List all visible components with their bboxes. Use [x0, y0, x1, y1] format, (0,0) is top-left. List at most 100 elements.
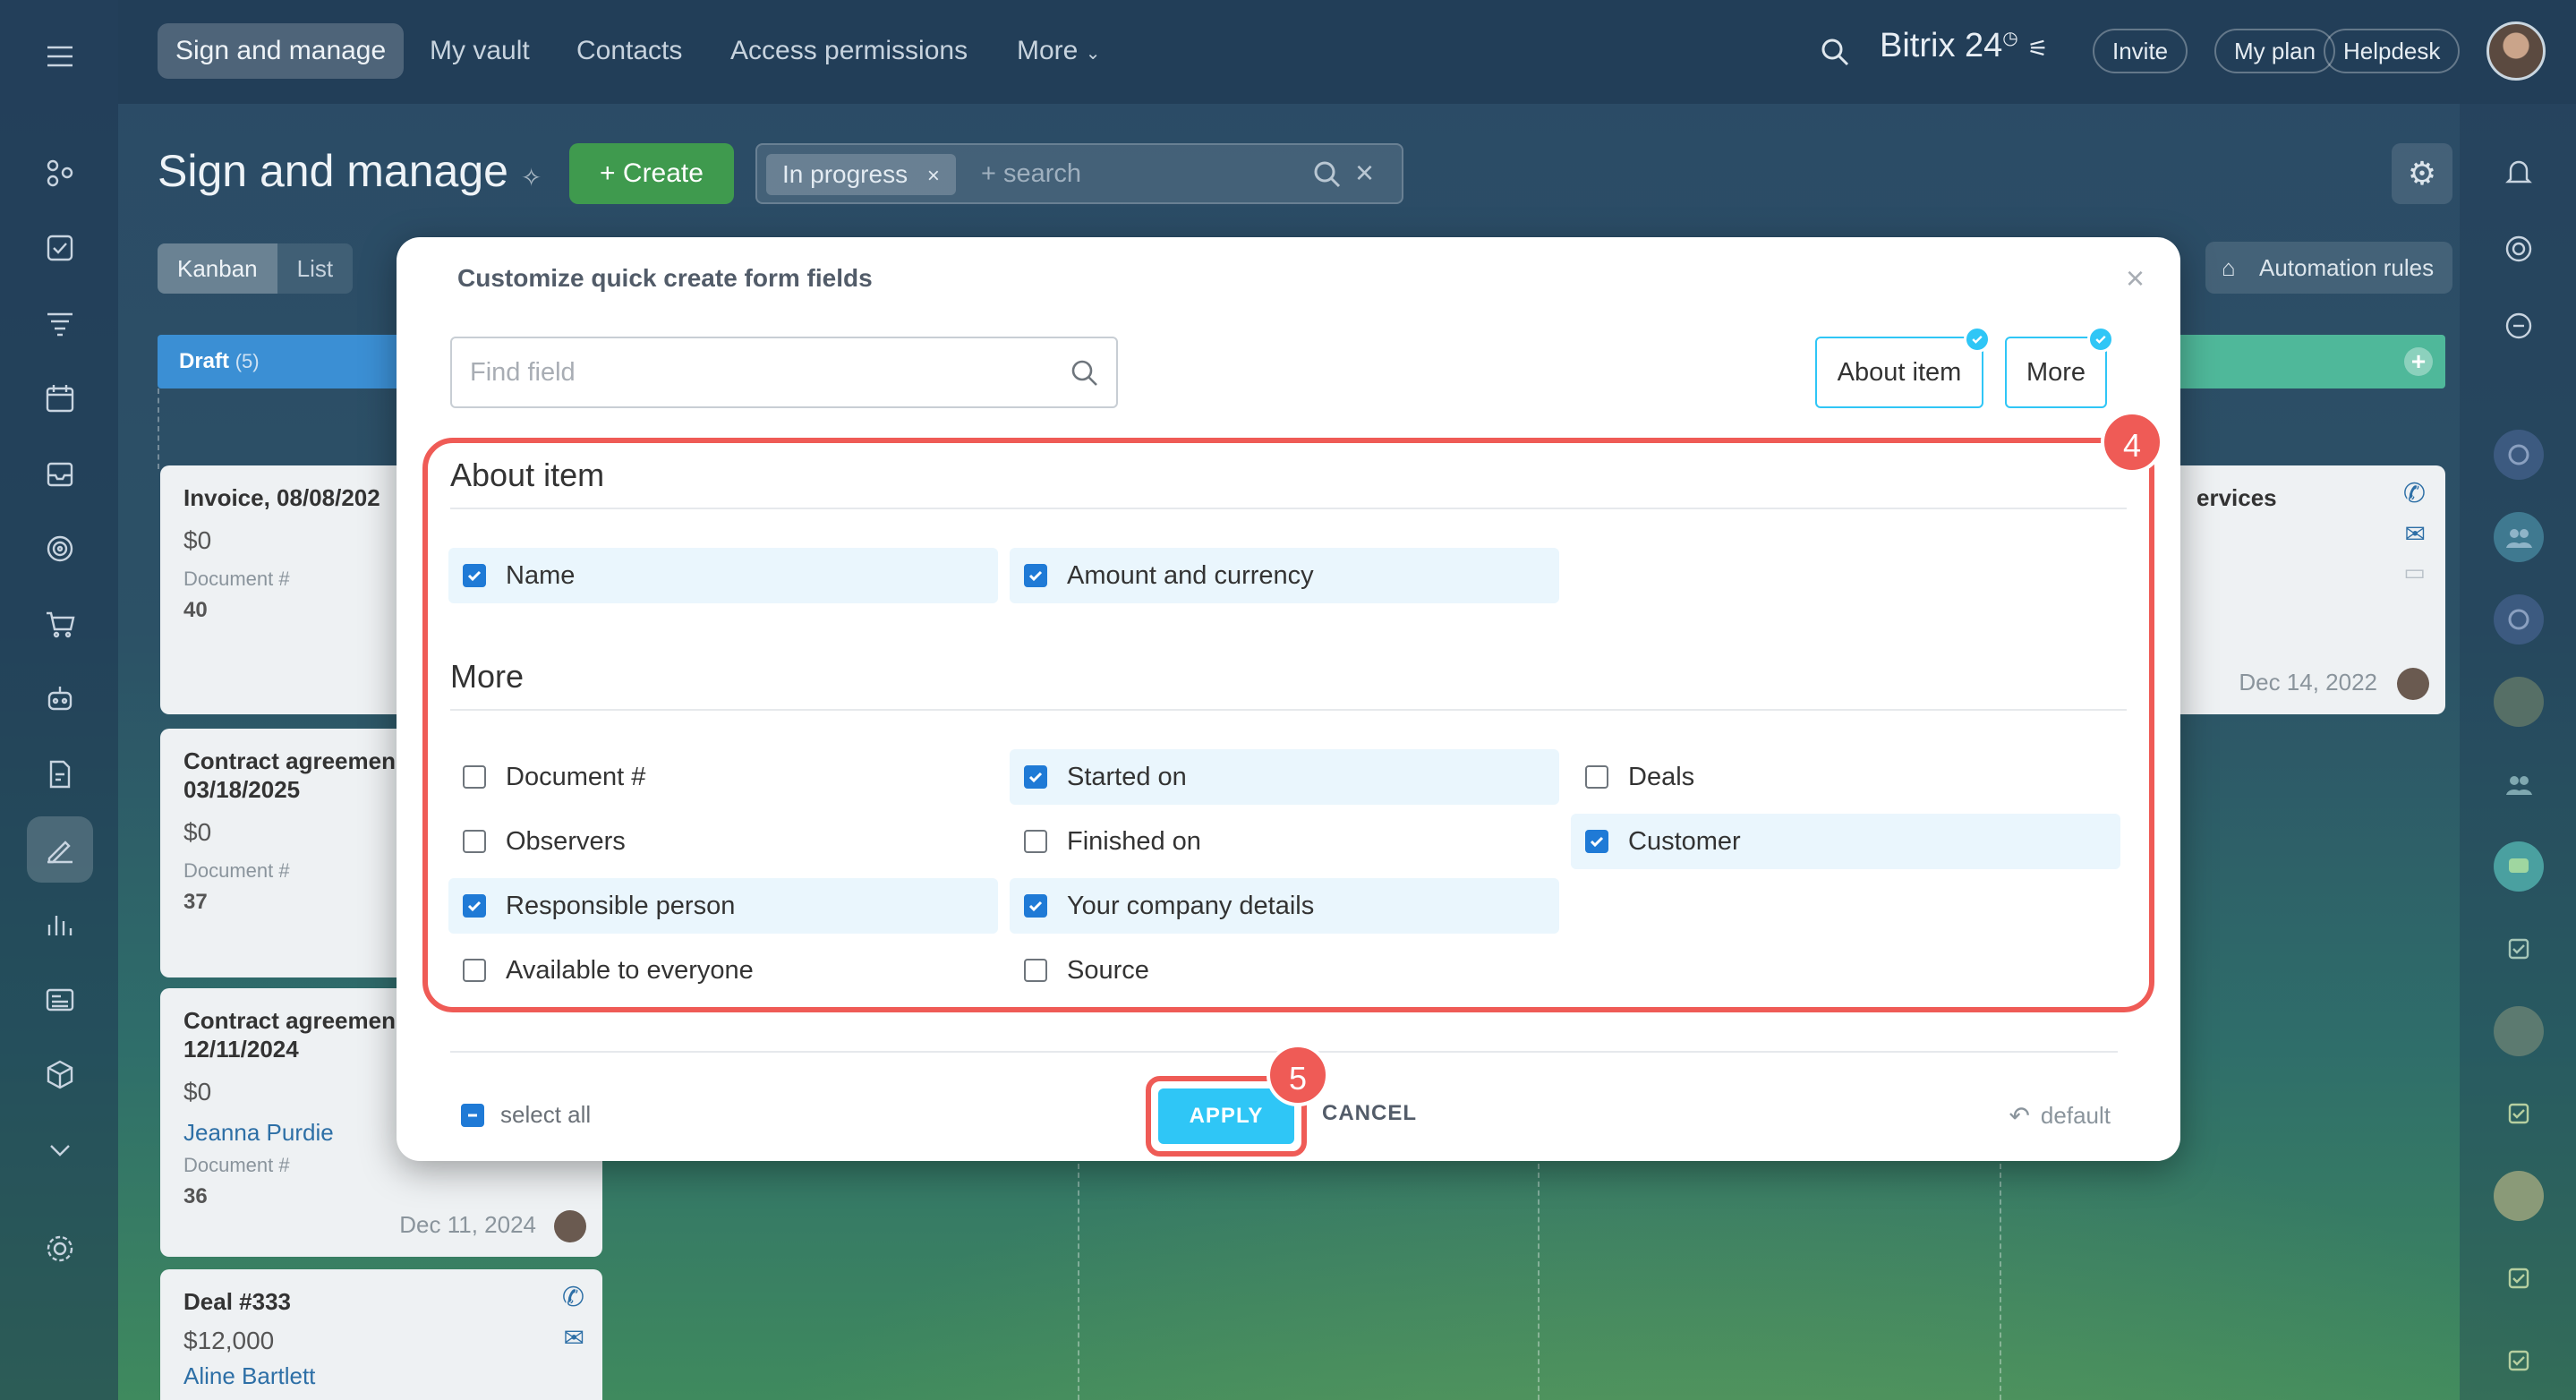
task-check-icon-3[interactable] — [2494, 1253, 2544, 1303]
tab-list[interactable]: List — [277, 243, 353, 294]
settings-gear-icon[interactable] — [27, 1216, 93, 1282]
mail-icon[interactable]: ✉ — [564, 1323, 584, 1353]
tab-access-permissions[interactable]: Access permissions — [712, 23, 985, 79]
field-name[interactable]: Name — [448, 548, 998, 603]
checkbox-checked[interactable] — [1024, 765, 1047, 789]
chat-bubble-icon[interactable] — [2494, 841, 2544, 892]
phone-icon[interactable]: ✆ — [2403, 478, 2426, 509]
checkbox-unchecked[interactable] — [1024, 830, 1047, 853]
search-icon[interactable] — [1312, 159, 1343, 190]
section-toggle-about-item[interactable]: About item — [1815, 326, 1991, 408]
kanban-card[interactable]: Deal #333 $12,000 Aline Bartlett ✆ ✉ — [160, 1269, 602, 1400]
checkbox-checked[interactable] — [463, 894, 486, 918]
card-avatar[interactable] — [2397, 668, 2429, 700]
avatar[interactable] — [2486, 21, 2546, 81]
create-button[interactable]: + Create — [569, 143, 734, 204]
filter-stack-icon[interactable] — [27, 290, 93, 356]
checkbox-checked[interactable] — [1024, 564, 1047, 587]
reset-default-button[interactable]: ↶ default — [2009, 1101, 2111, 1131]
field-finished-on[interactable]: Finished on — [1010, 814, 1559, 869]
analytics-icon[interactable] — [27, 892, 93, 958]
field-customer[interactable]: Customer — [1571, 814, 2120, 869]
bell-icon[interactable] — [2494, 147, 2544, 197]
card-person-link[interactable]: Aline Bartlett — [183, 1362, 579, 1390]
sliders-icon[interactable]: ⚟ — [2027, 35, 2048, 62]
user-avatar-1[interactable] — [2494, 677, 2544, 727]
menu-icon[interactable] — [27, 23, 93, 90]
settings-gear-icon[interactable]: ⚙ — [2392, 143, 2452, 204]
user-avatar-3[interactable] — [2494, 1171, 2544, 1221]
pin-icon[interactable]: ✧ — [521, 164, 542, 192]
section-toggle-more[interactable]: More — [2005, 326, 2114, 408]
find-field-box[interactable] — [450, 337, 1118, 408]
openline-icon[interactable] — [2494, 430, 2544, 480]
box-icon[interactable] — [27, 1042, 93, 1108]
news-icon[interactable] — [27, 967, 93, 1033]
select-all-toggle[interactable]: select all — [461, 1101, 591, 1129]
field-observers[interactable]: Observers — [448, 814, 998, 869]
column-done-header[interactable]: + — [2148, 335, 2445, 388]
checkbox-checked[interactable] — [1024, 894, 1047, 918]
comment-icon[interactable]: ▭ — [2403, 559, 2426, 586]
calendar-icon[interactable] — [27, 365, 93, 431]
kanban-card[interactable]: Invoice, 08/08/202 $0 Document # 40 — [160, 465, 429, 714]
column-draft-header[interactable]: Draft (5) — [158, 335, 426, 388]
checkbox-unchecked[interactable] — [463, 830, 486, 853]
inbox-icon[interactable] — [27, 440, 93, 507]
tasks-icon[interactable] — [27, 215, 93, 281]
checkbox-indeterminate[interactable] — [461, 1103, 484, 1127]
robot-icon[interactable] — [27, 666, 93, 732]
close-icon[interactable]: × — [927, 164, 940, 188]
search-icon[interactable] — [1819, 36, 1851, 68]
field-document-number[interactable]: Document # — [448, 749, 998, 805]
chevron-down-icon[interactable] — [27, 1117, 93, 1183]
tab-kanban[interactable]: Kanban — [158, 243, 277, 294]
task-check-icon-4[interactable] — [2494, 1336, 2544, 1386]
field-source[interactable]: Source — [1010, 943, 1559, 998]
field-started-on[interactable]: Started on — [1010, 749, 1559, 805]
tab-more[interactable]: More ⌄ — [999, 23, 1118, 79]
group-icon-2[interactable] — [2494, 759, 2544, 809]
live-icon[interactable] — [2494, 224, 2544, 274]
helpdesk-button[interactable]: Helpdesk — [2324, 29, 2461, 73]
tab-my-vault[interactable]: My vault — [412, 23, 548, 79]
checkbox-unchecked[interactable] — [463, 959, 486, 982]
field-your-company-details[interactable]: Your company details — [1010, 878, 1559, 934]
chat-search-icon[interactable] — [2494, 301, 2544, 351]
tab-sign-and-manage[interactable]: Sign and manage — [158, 23, 405, 79]
checkbox-unchecked[interactable] — [1585, 765, 1608, 789]
field-available-to-everyone[interactable]: Available to everyone — [448, 943, 998, 998]
crm-icon[interactable] — [27, 140, 93, 206]
close-icon[interactable]: × — [2126, 262, 2145, 295]
filter-chip[interactable]: In progress × — [766, 154, 956, 195]
phone-icon[interactable]: ✆ — [562, 1282, 584, 1313]
search-placeholder[interactable]: + search — [981, 159, 1081, 189]
task-check-icon-2[interactable] — [2494, 1088, 2544, 1139]
document-edit-icon[interactable] — [27, 741, 93, 807]
kanban-card[interactable]: Contract agreemen 03/18/2025 $0 Document… — [160, 729, 429, 977]
group-icon[interactable] — [2494, 512, 2544, 562]
automation-rules-button[interactable]: ⌂ Automation rules — [2205, 242, 2452, 294]
openline-icon-2[interactable] — [2494, 594, 2544, 645]
field-deals[interactable]: Deals — [1571, 749, 2120, 805]
add-icon[interactable]: + — [2404, 347, 2433, 376]
checkbox-checked[interactable] — [463, 564, 486, 587]
cancel-button[interactable]: CANCEL — [1322, 1101, 1417, 1126]
task-check-icon[interactable] — [2494, 924, 2544, 974]
clear-icon[interactable]: × — [1355, 154, 1374, 192]
target-icon[interactable] — [27, 516, 93, 582]
my-plan-button[interactable]: My plan — [2214, 29, 2336, 73]
kanban-card[interactable]: ervices ✆ ✉ ▭ Dec 14, 2022 — [2166, 465, 2445, 714]
sign-icon[interactable] — [27, 816, 93, 883]
filter-search-box[interactable]: In progress × + search × — [755, 143, 1403, 204]
mail-icon[interactable]: ✉ — [2405, 519, 2426, 549]
checkbox-unchecked[interactable] — [1024, 959, 1047, 982]
card-avatar[interactable] — [554, 1210, 586, 1242]
cart-icon[interactable] — [27, 591, 93, 657]
checkbox-checked[interactable] — [1585, 830, 1608, 853]
apply-button[interactable]: APPLY — [1158, 1088, 1294, 1144]
user-avatar-2[interactable] — [2494, 1006, 2544, 1056]
checkbox-unchecked[interactable] — [463, 765, 486, 789]
invite-button[interactable]: Invite — [2093, 29, 2188, 73]
field-responsible-person[interactable]: Responsible person — [448, 878, 998, 934]
